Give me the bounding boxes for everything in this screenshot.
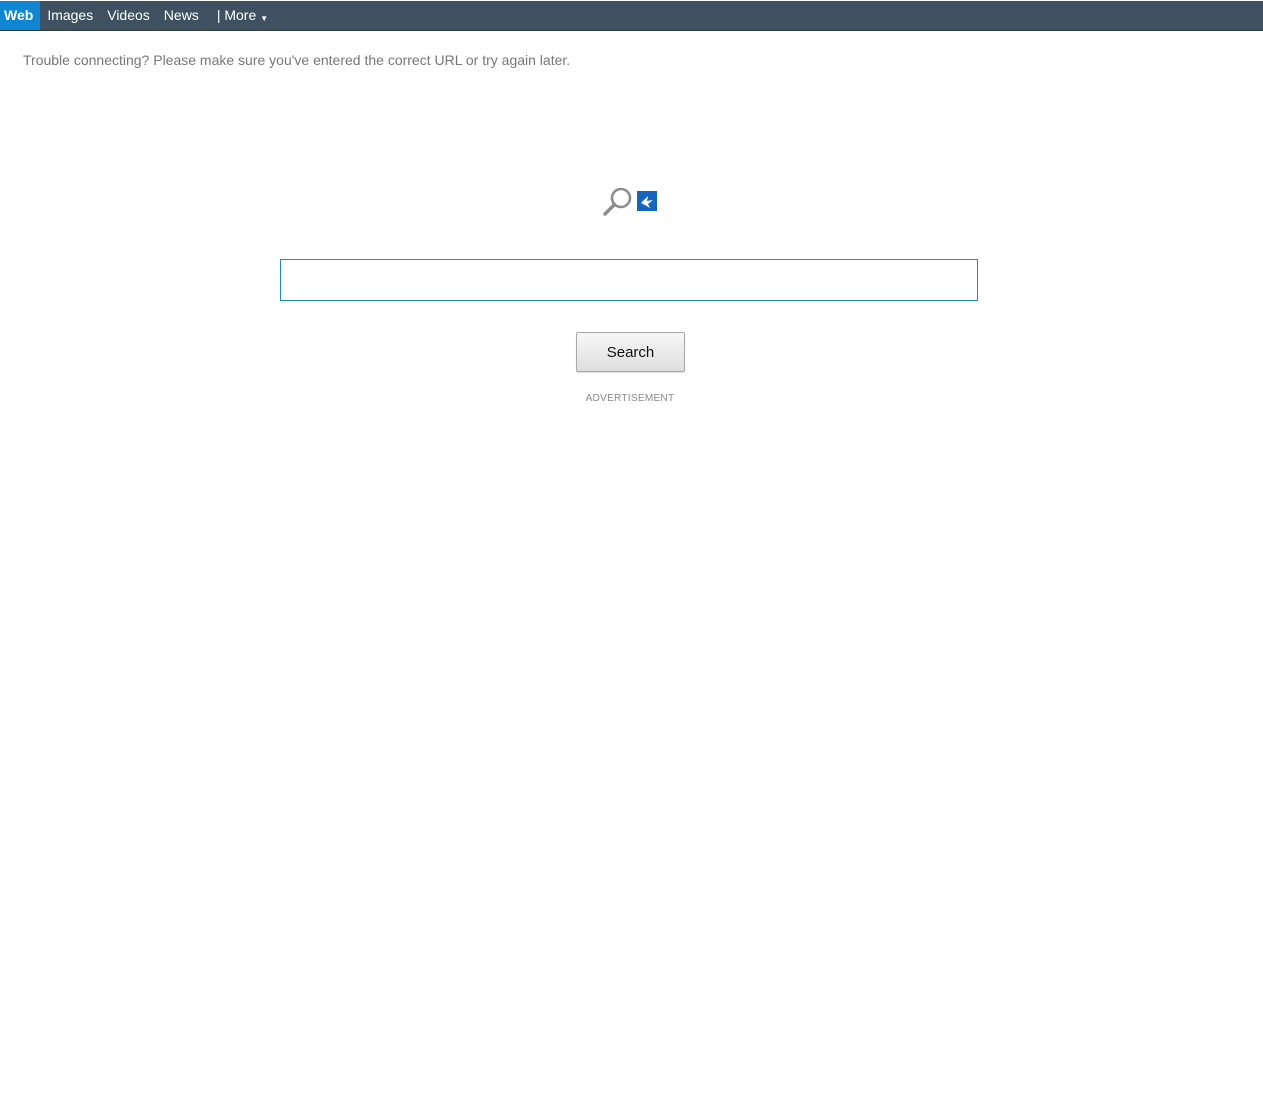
tab-news[interactable]: News bbox=[157, 1, 206, 30]
top-nav-bar: Web Images Videos News | More ▼ bbox=[0, 1, 1263, 31]
tab-videos[interactable]: Videos bbox=[100, 1, 157, 30]
caret-down-icon: ▼ bbox=[260, 14, 269, 23]
bird-badge-icon bbox=[637, 191, 657, 211]
tab-images[interactable]: Images bbox=[40, 1, 100, 30]
tab-web[interactable]: Web bbox=[0, 1, 41, 30]
search-input[interactable] bbox=[280, 259, 978, 301]
search-logo bbox=[601, 183, 661, 219]
advertisement-label: ADVERTISEMENT bbox=[585, 393, 675, 404]
more-menu-label: | More bbox=[216, 7, 257, 23]
connection-error-message: Trouble connecting? Please make sure you… bbox=[23, 52, 571, 68]
search-button[interactable]: Search bbox=[576, 332, 685, 372]
magnifier-icon bbox=[603, 187, 657, 216]
more-menu[interactable]: | More ▼ bbox=[217, 1, 275, 30]
